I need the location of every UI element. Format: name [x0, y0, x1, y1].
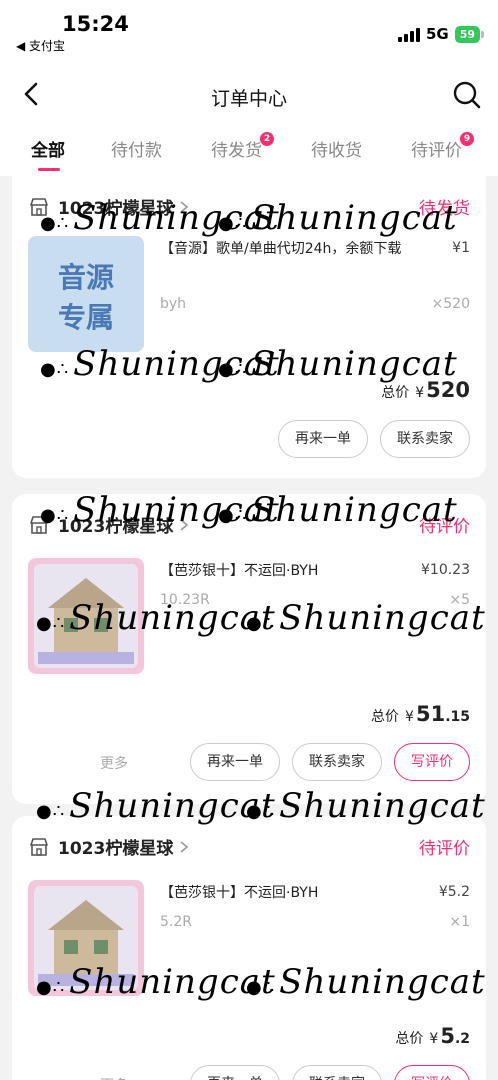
item-price: ¥5.2: [438, 884, 470, 900]
total-currency: ¥: [415, 385, 425, 401]
order-actions: 再来一单 联系卖家: [278, 420, 470, 458]
watermark: ●∴ Shuningcat: [218, 490, 458, 530]
tab-badge: 2: [260, 132, 274, 146]
status-bar: 15:24 ◀ 支付宝 5G 59: [0, 0, 498, 62]
order-total: 总价 ¥ 51 .15: [371, 702, 470, 726]
item-price: ¥1: [452, 240, 470, 256]
write-review-button[interactable]: 写评价: [394, 743, 470, 781]
watermark: ●∴ Shuningcat: [246, 962, 486, 1002]
search-icon[interactable]: [452, 80, 482, 110]
contact-seller-button[interactable]: 联系卖家: [292, 743, 382, 781]
back-to-app-link[interactable]: ◀ 支付宝: [16, 37, 65, 54]
write-review-button[interactable]: 写评价: [394, 1065, 470, 1080]
battery-level: 59: [454, 25, 480, 43]
item-price: ¥10.23: [421, 562, 470, 578]
item-title[interactable]: 【音源】歌单/单曲代切24h，余额下载: [160, 238, 410, 261]
product-thumbnail[interactable]: 音源 专属: [28, 236, 144, 352]
item-spec: 5.2R: [160, 914, 192, 930]
tab-indicator: [38, 168, 60, 171]
order-actions: 再来一单 联系卖家 写评价: [190, 743, 470, 781]
tab-pending-payment[interactable]: 待付款: [111, 136, 162, 161]
signal-icon: [397, 26, 420, 42]
item-quantity: ×520: [431, 296, 470, 312]
tab-all[interactable]: 全部: [31, 136, 65, 161]
total-currency: ¥: [429, 1031, 439, 1047]
total-label: 总价: [371, 709, 400, 725]
tab-badge: 9: [460, 132, 474, 146]
more-link[interactable]: 更多: [100, 753, 128, 773]
watermark: ●∴ Shuningcat: [36, 962, 276, 1002]
tab-pending-review[interactable]: 待评价 9: [411, 132, 474, 161]
order-total: 总价 ¥ 5 .2: [395, 1024, 470, 1048]
watermark: ●∴ Shuningcat: [36, 598, 276, 638]
item-spec: byh: [160, 296, 187, 312]
nav-bar: 订单中心: [0, 62, 498, 126]
watermark: ●∴ Shuningcat: [218, 198, 458, 238]
shop-name: 1023柠檬星球: [58, 839, 174, 859]
shop-header[interactable]: 1023柠檬星球: [28, 834, 189, 859]
total-label: 总价: [381, 385, 410, 401]
network-label: 5G: [425, 25, 449, 43]
more-link[interactable]: 更多: [100, 1075, 128, 1080]
shop-icon: [30, 837, 48, 856]
thumb-text: 专属: [57, 301, 114, 334]
contact-seller-button[interactable]: 联系卖家: [380, 420, 470, 458]
tab-pending-receipt[interactable]: 待收货: [311, 136, 362, 161]
chevron-right-icon: [180, 840, 189, 853]
contact-seller-button[interactable]: 联系卖家: [292, 1065, 382, 1080]
status-time: 15:24: [62, 12, 129, 36]
reorder-button[interactable]: 再来一单: [190, 743, 280, 781]
order-actions: 再来一单 联系卖家 写评价: [190, 1065, 470, 1080]
thumb-text: 音源: [57, 261, 114, 294]
total-amount: 5: [440, 1024, 455, 1048]
order-status: 待评价: [419, 839, 470, 859]
item-quantity: ×1: [449, 914, 470, 930]
reorder-button[interactable]: 再来一单: [278, 420, 368, 458]
total-amount: 51: [415, 702, 446, 726]
watermark: ●∴ Shuningcat: [36, 786, 276, 826]
order-card[interactable]: 1023柠檬星球 待评价 【芭莎银十】不运回·BYH ¥10.23 10.23R…: [12, 494, 486, 804]
total-label: 总价: [395, 1031, 424, 1047]
total-decimal: .15: [445, 709, 470, 725]
order-center-page: 15:24 ◀ 支付宝 5G 59 订单中心 全部 待付款 待发货 2 待收货 …: [0, 0, 498, 1080]
status-indicators: 5G 59: [397, 25, 484, 43]
watermark: ●∴ Shuningcat: [246, 598, 486, 638]
total-currency: ¥: [405, 709, 414, 725]
item-title[interactable]: 【芭莎银十】不运回·BYH: [160, 560, 410, 583]
watermark: ●∴ Shuningcat: [246, 786, 486, 826]
total-decimal: .2: [454, 1031, 470, 1047]
order-tabs: 全部 待付款 待发货 2 待收货 待评价 9: [0, 126, 498, 176]
watermark: ●∴ Shuningcat: [218, 344, 458, 384]
tab-pending-shipment[interactable]: 待发货 2: [211, 132, 274, 161]
battery-icon: 59: [454, 25, 484, 43]
reorder-button[interactable]: 再来一单: [190, 1065, 280, 1080]
order-card[interactable]: 1023柠檬星球 待评价 【芭莎银十】不运回·BYH ¥5.2 5.2R ×1 …: [12, 816, 486, 1080]
item-title[interactable]: 【芭莎银十】不运回·BYH: [160, 882, 410, 905]
page-title: 订单中心: [210, 88, 287, 110]
